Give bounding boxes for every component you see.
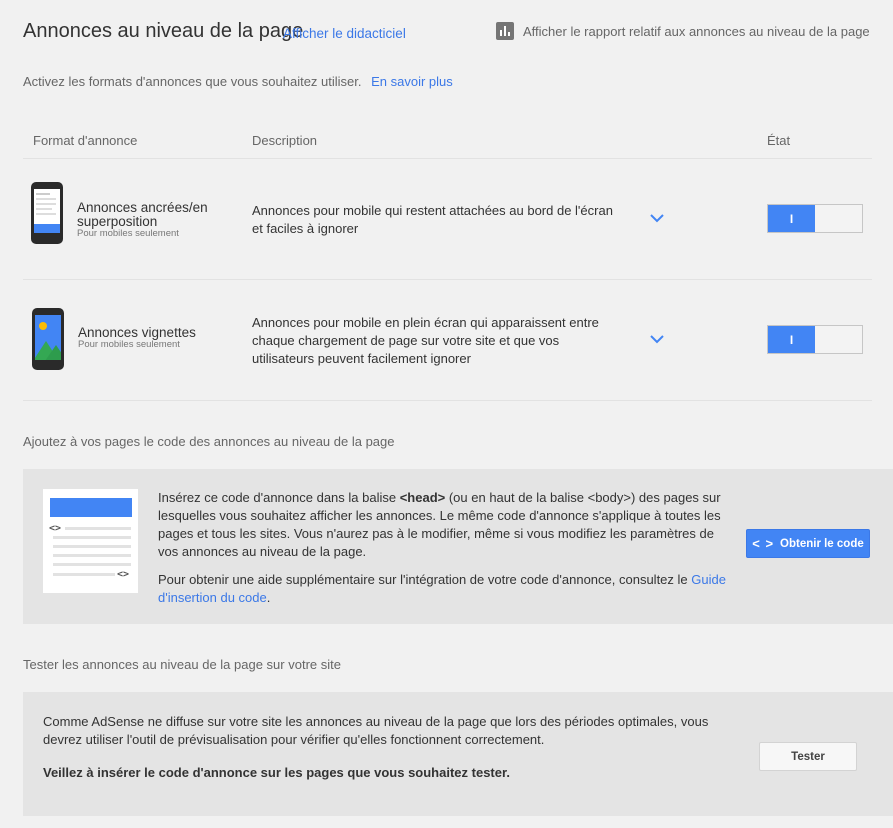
- divider: [23, 279, 872, 280]
- format-anchor: Annonces ancrées/en superposition Pour m…: [77, 201, 208, 239]
- column-header-description: Description: [252, 133, 318, 148]
- format-description: Annonces pour mobile qui restent attaché…: [252, 202, 632, 238]
- tutorial-link[interactable]: Afficher le didacticiel: [283, 26, 406, 41]
- format-description: Annonces pour mobile en plein écran qui …: [252, 314, 632, 368]
- description-line: Annonces pour mobile qui restent attaché…: [252, 203, 613, 218]
- chevron-down-icon[interactable]: [649, 333, 665, 345]
- learn-more-link[interactable]: En savoir plus: [371, 74, 453, 89]
- report-link[interactable]: Afficher le rapport relatif aux annonces…: [496, 22, 870, 40]
- anchor-ads-toggle[interactable]: I: [767, 204, 863, 233]
- page-title: Annonces au niveau de la page: [23, 20, 304, 42]
- column-header-format: Format d'annonce: [33, 133, 138, 148]
- description-line: utilisateurs peuvent facilement ignorer: [252, 351, 471, 366]
- toggle-on-label: I: [768, 205, 815, 232]
- code-icon: <>: [117, 569, 130, 580]
- description-line: chaque chargement de page sur votre site…: [252, 333, 560, 348]
- test-button[interactable]: Tester: [759, 742, 857, 771]
- anchor-ad-phone-icon: [31, 182, 63, 244]
- format-name-line2: superposition: [77, 214, 158, 229]
- divider: [23, 400, 872, 401]
- code-snippet-illustration: <> <>: [43, 489, 138, 593]
- vignette-ad-phone-icon: [32, 308, 64, 370]
- vignette-ads-toggle[interactable]: I: [767, 325, 863, 354]
- divider: [23, 158, 872, 159]
- get-code-label: Obtenir le code: [780, 537, 864, 550]
- bar-chart-icon: [496, 22, 514, 40]
- toggle-on-label: I: [768, 326, 815, 353]
- get-code-button[interactable]: < > Obtenir le code: [746, 529, 870, 558]
- report-link-label: Afficher le rapport relatif aux annonces…: [523, 23, 870, 39]
- format-subtitle: Pour mobiles seulement: [78, 339, 180, 350]
- code-section-title: Ajoutez à vos pages le code des annonces…: [23, 434, 395, 449]
- format-vignette: Annonces vignettes Pour mobiles seulemen…: [78, 326, 196, 350]
- code-icon: < >: [752, 536, 775, 551]
- format-subtitle: Pour mobiles seulement: [77, 228, 179, 239]
- intro-text: Activez les formats d'annonces que vous …: [23, 74, 362, 89]
- code-instructions: Insérez ce code d'annonce dans la balise…: [158, 489, 730, 607]
- test-section-title: Tester les annonces au niveau de la page…: [23, 657, 341, 672]
- code-help-paragraph: Pour obtenir une aide supplémentaire sur…: [158, 572, 726, 605]
- intro: Activez les formats d'annonces que vous …: [23, 74, 453, 89]
- test-note: Veillez à insérer le code d'annonce sur …: [43, 765, 510, 780]
- test-instructions: Comme AdSense ne diffuse sur votre site …: [43, 713, 723, 782]
- format-name-line1: Annonces vignettes: [78, 325, 196, 340]
- code-icon: <>: [49, 523, 62, 534]
- description-line: et faciles à ignorer: [252, 221, 359, 236]
- column-header-state: État: [767, 133, 791, 148]
- code-instructions-paragraph: Insérez ce code d'annonce dans la balise…: [158, 490, 721, 559]
- format-name-line1: Annonces ancrées/en: [77, 200, 208, 215]
- chevron-down-icon[interactable]: [649, 212, 665, 224]
- test-paragraph: Comme AdSense ne diffuse sur votre site …: [43, 714, 709, 747]
- description-line: Annonces pour mobile en plein écran qui …: [252, 315, 599, 330]
